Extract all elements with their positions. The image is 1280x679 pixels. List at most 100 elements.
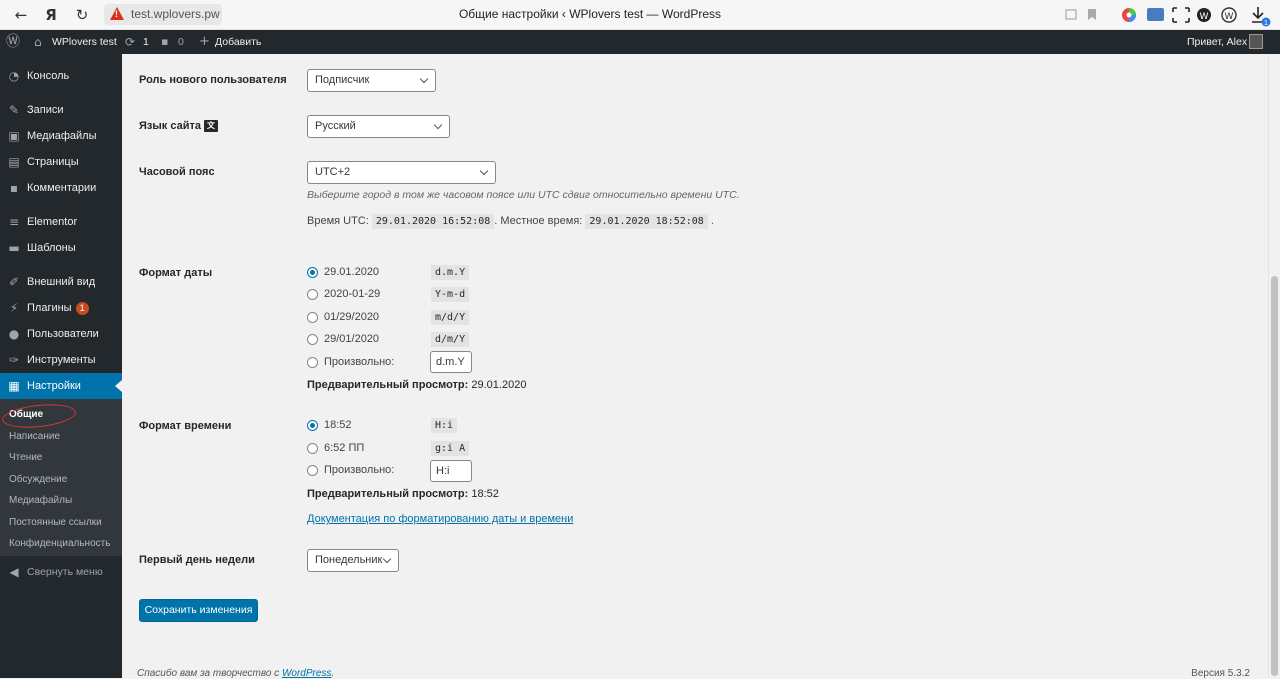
language-select[interactable]: Русский — [307, 115, 450, 138]
timezone-select[interactable]: UTC+2 — [307, 161, 496, 184]
color-picker-icon[interactable] — [1122, 8, 1136, 22]
menu-plugins[interactable]: ⚡ Плагины 1 — [0, 295, 122, 321]
screenshot-icon[interactable] — [1172, 7, 1190, 23]
download-badge: 1 — [1264, 20, 1268, 27]
menu-elementor[interactable]: ≡ Elementor — [0, 209, 122, 235]
wordpress-link[interactable]: WordPress — [282, 668, 331, 679]
settings-form: Роль нового пользователя Подписчик Язык … — [122, 54, 1268, 679]
date-format-code: m/d/Y — [431, 310, 470, 325]
menu-tools-label: Инструменты — [27, 354, 96, 366]
extension-icon[interactable] — [1147, 8, 1164, 21]
menu-console[interactable]: ◔ Консоль — [0, 63, 122, 89]
time-format-radio[interactable] — [307, 420, 318, 431]
language-label: Язык сайта 文 — [139, 120, 219, 133]
admin-bar: Ⓦ ⌂ WPlovers test ⟳ 1 ▪ 0 + Добавить При… — [0, 30, 1280, 54]
save-button[interactable]: Сохранить изменения — [139, 599, 258, 622]
menu-posts-label: Записи — [27, 104, 64, 116]
settings-icon: ▦ — [8, 379, 20, 393]
submenu-discussion[interactable]: Обсуждение — [9, 474, 67, 485]
comments-icon: ▪ — [9, 181, 19, 195]
scrollbar[interactable] — [1268, 54, 1280, 678]
pin-icon: ✎ — [8, 103, 20, 117]
bookmark-icon[interactable] — [1088, 9, 1096, 20]
menu-console-label: Консоль — [27, 70, 70, 82]
wordpress-logo-icon[interactable]: Ⓦ — [6, 30, 20, 54]
date-preview-label: Предварительный просмотр: — [307, 379, 469, 391]
utc-time-value: 29.01.2020 16:52:08 — [371, 214, 495, 229]
role-select[interactable]: Подписчик — [307, 69, 436, 92]
menu-comments-label: Комментарии — [27, 182, 97, 194]
collapse-menu[interactable]: ◀ Свернуть меню — [0, 559, 122, 585]
updates-icon[interactable]: ⟳ — [125, 30, 135, 54]
reader-mode-icon[interactable] — [1065, 9, 1077, 20]
updates-count: 1 — [143, 36, 149, 48]
date-format-code: Y-m-d — [431, 287, 470, 302]
add-new-link[interactable]: Добавить — [215, 30, 261, 54]
submenu-permalinks[interactable]: Постоянные ссылки — [9, 517, 102, 528]
timezone-description: Выберите город в том же часовом поясе ил… — [307, 189, 740, 201]
menu-appearance[interactable]: ✐ Внешний вид — [0, 269, 122, 295]
time-preview-label: Предварительный просмотр: — [307, 488, 469, 500]
language-label-text: Язык сайта — [139, 120, 201, 132]
folder-icon: ▬ — [8, 241, 20, 255]
week-start-select[interactable]: Понедельник — [307, 549, 399, 572]
role-label: Роль нового пользователя — [139, 74, 287, 86]
time-format-custom-radio[interactable] — [307, 465, 318, 476]
time-format-label: Формат времени — [139, 420, 232, 432]
submenu-privacy[interactable]: Конфиденциальность — [9, 538, 110, 549]
date-format-radio[interactable] — [307, 312, 318, 323]
svg-text:W: W — [1225, 12, 1234, 22]
avatar[interactable] — [1249, 34, 1263, 49]
date-format-radio[interactable] — [307, 267, 318, 278]
menu-users[interactable]: ● Пользователи — [0, 321, 122, 347]
menu-media[interactable]: ▣ Медиафайлы — [0, 123, 122, 149]
footer-dot: . — [331, 668, 335, 679]
date-preview-value: 29.01.2020 — [468, 379, 527, 391]
site-name-link[interactable]: WPlovers test — [52, 30, 117, 54]
page-title: Общие настройки ‹ WPlovers test — WordPr… — [458, 7, 722, 21]
time-format-custom-input[interactable]: H:i — [430, 460, 472, 482]
time-format-radio[interactable] — [307, 443, 318, 454]
translate-icon: 文 — [204, 120, 219, 133]
menu-pages[interactable]: ▤ Страницы — [0, 149, 122, 175]
elementor-icon: ≡ — [8, 215, 20, 229]
comments-count: 0 — [178, 36, 184, 48]
time-format-option-label: 18:52 — [324, 419, 352, 431]
date-format-radio[interactable] — [307, 289, 318, 300]
wordpress-alt-icon[interactable]: W — [1221, 7, 1237, 23]
admin-sidebar: ◔ Консоль ✎ Записи ▣ Медиафайлы ▤ Страницы ▪… — [0, 54, 122, 678]
submenu-writing[interactable]: Написание — [9, 431, 60, 442]
menu-settings[interactable]: ▦ Настройки — [0, 373, 122, 399]
submenu-reading[interactable]: Чтение — [9, 452, 42, 463]
menu-templates[interactable]: ▬ Шаблоны — [0, 235, 122, 261]
date-format-option-label: 2020-01-29 — [324, 288, 381, 300]
comment-icon[interactable]: ▪ — [161, 30, 168, 54]
date-format-custom-radio[interactable] — [307, 357, 318, 368]
brush-icon: ✐ — [8, 275, 20, 289]
footer-thanks: Спасибо вам за творчество с WordPress. — [137, 668, 334, 679]
time-preview: Предварительный просмотр: 18:52 — [307, 488, 499, 500]
greeting-link[interactable]: Привет, Alex — [1187, 30, 1247, 54]
date-time-doc-link[interactable]: Документация по форматированию даты и вр… — [307, 513, 573, 525]
menu-plugins-label: Плагины — [27, 302, 72, 314]
wrench-icon: ✑ — [8, 353, 20, 367]
date-format-custom-input[interactable]: d.m.Y — [430, 351, 472, 373]
scrollbar-thumb[interactable] — [1271, 276, 1278, 676]
submenu-media[interactable]: Медиафайлы — [9, 495, 72, 506]
version-text: Версия 5.3.2 — [1191, 668, 1250, 679]
menu-comments[interactable]: ▪ Комментарии — [0, 175, 122, 201]
pages-icon: ▤ — [8, 155, 20, 169]
menu-pages-label: Страницы — [27, 156, 79, 168]
time-format-code: g:i A — [431, 441, 470, 456]
svg-text:W: W — [1200, 12, 1209, 22]
time-info: Время UTC: 29.01.2020 16:52:08. Местное … — [307, 214, 714, 229]
menu-tools[interactable]: ✑ Инструменты — [0, 347, 122, 373]
date-format-radio[interactable] — [307, 334, 318, 345]
collapse-icon: ◀ — [9, 565, 19, 579]
wordpress-icon[interactable]: W — [1197, 8, 1211, 22]
doc-link-dot: . — [564, 513, 568, 525]
menu-media-label: Медиафайлы — [27, 130, 97, 142]
date-preview: Предварительный просмотр: 29.01.2020 — [307, 379, 526, 391]
menu-posts[interactable]: ✎ Записи — [0, 97, 122, 123]
date-format-option-label: 29.01.2020 — [324, 266, 380, 278]
